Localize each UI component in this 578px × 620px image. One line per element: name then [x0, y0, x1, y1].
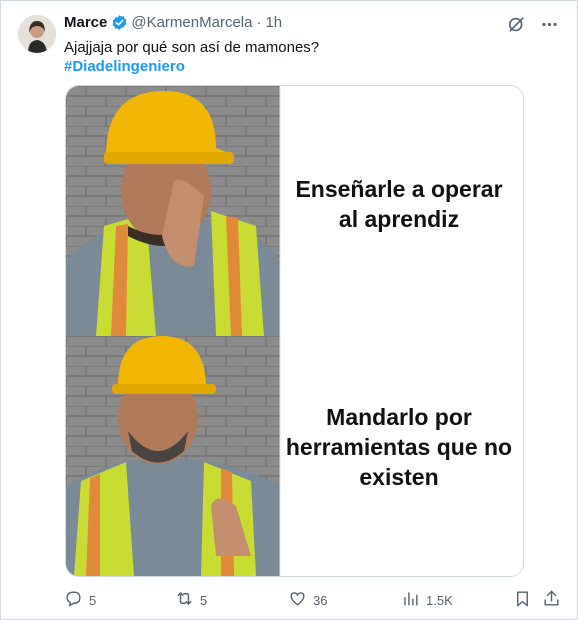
tweet-card[interactable]: Marce @KarmenMarcela · 1h Ajajjaja por q…: [0, 0, 578, 620]
meme-caption-top: Enseñarle a operar al aprendiz: [295, 176, 503, 232]
views-count: 1.5K: [426, 592, 453, 608]
header-icons: [507, 15, 559, 39]
timestamp[interactable]: 1h: [265, 14, 282, 31]
reply-icon: [64, 589, 83, 611]
more-icon[interactable]: [540, 15, 559, 39]
hashtag-link[interactable]: #Diadelingeniero: [64, 57, 319, 76]
bookmark-icon: [513, 589, 532, 611]
meme-image: [66, 86, 523, 576]
action-bar: 5 5 36 1.5K: [61, 589, 561, 611]
separator: ·: [256, 14, 262, 31]
tweet-body: Ajajjaja por qué son así de mamones?: [64, 39, 320, 56]
reply-count: 5: [89, 592, 97, 608]
views-icon: [401, 589, 420, 611]
bookmark-button[interactable]: [513, 589, 532, 611]
meme-caption-bottom: Mandarlo por herramientas que no existen: [285, 404, 513, 490]
tweet-media[interactable]: Enseñarle a operar al aprendiz Mandarlo …: [65, 85, 524, 577]
author-handle[interactable]: @KarmenMarcela: [131, 14, 252, 31]
like-icon: [288, 589, 307, 611]
reply-button[interactable]: 5: [64, 589, 96, 611]
repost-icon: [175, 589, 194, 611]
like-count: 36: [313, 592, 328, 608]
author-name[interactable]: Marce: [64, 14, 107, 31]
share-button[interactable]: [542, 589, 561, 611]
avatar[interactable]: [18, 15, 56, 53]
share-icon: [542, 589, 561, 611]
tweet-text: Ajajjaja por qué son así de mamones? #Di…: [64, 38, 319, 76]
repost-count: 5: [200, 592, 208, 608]
repost-button[interactable]: 5: [175, 589, 207, 611]
grok-icon[interactable]: [507, 15, 526, 39]
like-button[interactable]: 36: [288, 589, 327, 611]
verified-badge-icon: [111, 14, 128, 31]
tweet-header: Marce @KarmenMarcela · 1h: [64, 14, 282, 31]
views-button[interactable]: 1.5K: [401, 589, 453, 611]
